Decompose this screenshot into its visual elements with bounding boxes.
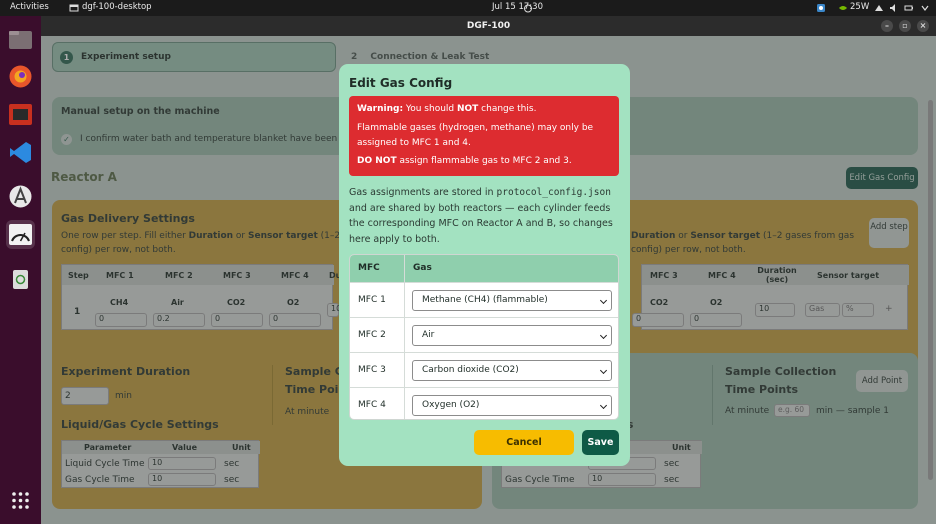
warning-line-2: Flammable gases (hydrogen, methane) may … [357,123,594,133]
trash[interactable] [6,264,35,293]
th-gas: Gas [413,263,432,273]
network-icon[interactable] [874,3,884,13]
warning-line-4: DO NOT assign flammable gas to MFC 2 and… [357,156,572,166]
warning-box: Warning: You should NOT change this. Fla… [349,96,619,176]
files-app[interactable] [6,25,35,54]
maximize-icon: ▫ [902,21,908,30]
chevron-down-icon [599,401,608,410]
window-title: DGF-100 [466,21,511,31]
close-icon: × [919,21,927,30]
app-menu-label[interactable]: dgf-100-desktop [82,2,152,12]
mfc-label: MFC 4 [358,400,386,410]
app-icon [9,104,32,125]
nvidia-icon[interactable] [838,3,848,13]
mfc4-gas-select[interactable]: Oxygen (O2) [412,395,612,416]
gas-assignment-table: MFC Gas MFC 1 Methane (CH4) (flammable) … [349,254,619,420]
chevron-down-icon [599,366,608,375]
software-app[interactable] [6,182,35,211]
chevron-down-icon [599,296,608,305]
minimize-icon: – [885,21,889,30]
trash-icon [13,270,28,289]
th-mfc: MFC [358,263,380,273]
mfc1-gas-select[interactable]: Methane (CH4) (flammable) [412,290,612,311]
table-row: MFC 2 Air [350,317,618,352]
power-draw: 25W [850,2,870,12]
folder-icon [9,31,32,49]
minimize-button[interactable]: – [881,20,893,32]
chevron-down-icon [599,331,608,340]
alarm-icon [524,4,532,13]
activities-button[interactable]: Activities [10,2,49,12]
vscode-app[interactable] [6,138,35,167]
show-apps[interactable] [6,486,35,515]
firefox-icon [9,65,32,88]
table-row: MFC 4 Oxygen (O2) [350,387,618,419]
software-icon [9,185,32,208]
dgf-app[interactable] [6,220,35,249]
dialog-title: Edit Gas Config [349,76,453,90]
config-filename: protocol_config.json [496,187,611,198]
volume-icon[interactable] [889,3,899,13]
gauge-icon [9,224,32,245]
table-row: MFC 3 Carbon dioxide (CO2) [350,352,618,387]
mfc-label: MFC 3 [358,365,386,375]
firefox-app[interactable] [6,62,35,91]
table-header: MFC Gas [350,255,618,282]
warning-line-3: assigned to MFC 1 and 4. [357,138,471,148]
edit-gas-config-dialog: Edit Gas Config Warning: You should NOT … [339,64,630,466]
info-text: Gas assignments are stored in protocol_c… [349,187,613,245]
save-button[interactable]: Save [582,430,619,455]
mfc2-gas-select[interactable]: Air [412,325,612,346]
maximize-button[interactable]: ▫ [899,20,911,32]
system-top-bar: Activities dgf-100-desktop Jul 15 17:30 … [0,0,936,16]
battery-icon[interactable] [904,3,914,13]
red-app[interactable] [6,100,35,129]
grid-icon [12,492,29,509]
window-title-bar: DGF-100 – ▫ × [41,16,936,36]
clock[interactable]: Jul 15 17:30 [492,2,543,12]
mfc3-gas-select[interactable]: Carbon dioxide (CO2) [412,360,612,381]
tray-app-icon[interactable] [816,3,826,13]
mfc-label: MFC 1 [358,295,386,305]
close-button[interactable]: × [917,20,929,32]
chevron-down-icon[interactable] [920,3,930,13]
app-menu-icon[interactable] [69,3,79,13]
table-row: MFC 1 Methane (CH4) (flammable) [350,282,618,317]
mfc-label: MFC 2 [358,330,386,340]
dock [0,16,41,524]
cancel-button[interactable]: Cancel [474,430,574,455]
vscode-icon [10,142,31,163]
warning-line-1: Warning: You should NOT change this. [357,104,537,114]
